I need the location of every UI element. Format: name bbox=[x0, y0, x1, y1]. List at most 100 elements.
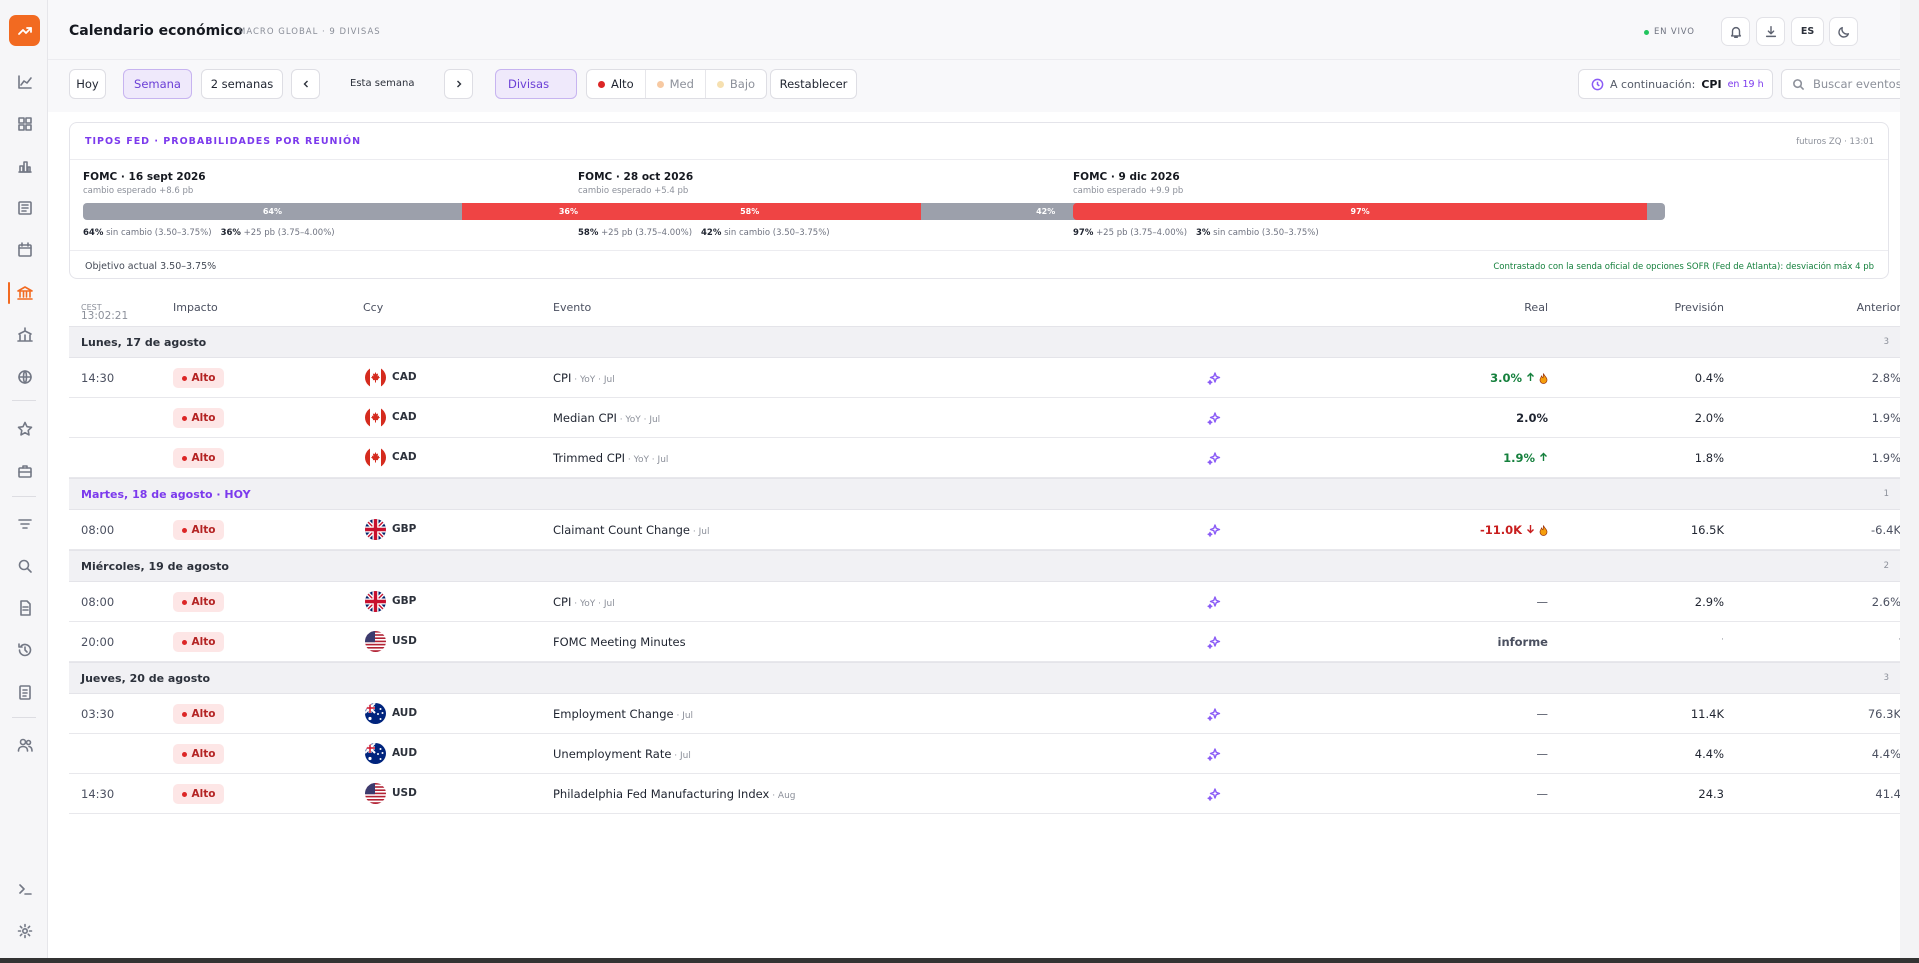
actual-value: — bbox=[1537, 787, 1549, 801]
event-name[interactable]: Claimant Count Change · Jul bbox=[553, 523, 709, 537]
currency-code: GBP bbox=[392, 523, 417, 535]
col-ccy[interactable]: Ccy bbox=[363, 301, 383, 314]
ai-insight-sparkle-icon[interactable] bbox=[1207, 707, 1221, 721]
event-name[interactable]: CPI · YoY · Jul bbox=[553, 595, 615, 609]
week-button[interactable]: Semana bbox=[123, 69, 192, 99]
arrow-down-icon bbox=[1526, 523, 1535, 537]
calendar-icon[interactable] bbox=[16, 241, 34, 259]
actual-text: 3.0% bbox=[1490, 371, 1522, 385]
news-icon[interactable] bbox=[16, 199, 34, 217]
bar-chart-icon[interactable] bbox=[16, 157, 34, 175]
document-icon[interactable] bbox=[16, 599, 34, 617]
event-time: 03:30 bbox=[81, 707, 115, 721]
scrollbar[interactable] bbox=[1900, 0, 1919, 963]
legend-pct: 64% bbox=[83, 228, 104, 238]
event-name[interactable]: CPI · YoY · Jul bbox=[553, 371, 615, 385]
currencies-filter-button[interactable]: Divisas bbox=[495, 69, 577, 99]
event-time: 08:00 bbox=[81, 595, 115, 609]
download-button[interactable] bbox=[1756, 17, 1785, 46]
col-forecast[interactable]: Previsión bbox=[1674, 301, 1724, 314]
next-event-indicator[interactable]: A continuación: CPI en 19 h bbox=[1578, 69, 1773, 99]
ai-insight-sparkle-icon[interactable] bbox=[1207, 411, 1221, 425]
search-icon[interactable] bbox=[16, 557, 34, 575]
table-row[interactable]: 20:00 Alto USD FOMC Meeting Minutes informe ·… bbox=[69, 622, 1901, 662]
globe-icon[interactable] bbox=[16, 368, 34, 386]
day-label: Jueves, 20 de agosto bbox=[81, 672, 211, 685]
fed-panel-heading: TIPOS FED · PROBABILIDADES POR REUNIÓN bbox=[85, 136, 362, 147]
legend-pct: 97% bbox=[1073, 228, 1094, 238]
table-row[interactable]: Alto CAD Median CPI · YoY · Jul 2.0% 2.0% 1.9… bbox=[69, 398, 1901, 438]
impact-med-toggle[interactable]: Med bbox=[646, 70, 706, 98]
dashboard-grid-icon[interactable] bbox=[16, 115, 34, 133]
probability-segment: 58% bbox=[578, 203, 922, 220]
reset-button[interactable]: Restablecer bbox=[770, 69, 857, 99]
ai-insight-sparkle-icon[interactable] bbox=[1207, 595, 1221, 609]
today-button[interactable]: Hoy bbox=[69, 69, 106, 99]
table-row[interactable]: 03:30 Alto AUD Employment Change · Jul — 11.4… bbox=[69, 694, 1901, 734]
impact-badge: Alto bbox=[173, 784, 224, 804]
event-name[interactable]: Philadelphia Fed Manufacturing Index · A… bbox=[553, 787, 795, 801]
legend-text: sin cambio (3.50–3.75%) bbox=[106, 228, 212, 238]
settings-gear-icon[interactable] bbox=[16, 922, 34, 940]
ai-insight-sparkle-icon[interactable] bbox=[1207, 747, 1221, 761]
institution-icon[interactable] bbox=[16, 326, 34, 344]
col-previous[interactable]: Anterior bbox=[1857, 301, 1901, 314]
event-name[interactable]: Employment Change · Jul bbox=[553, 707, 693, 721]
ai-insight-sparkle-icon[interactable] bbox=[1207, 451, 1221, 465]
impact-badge: Alto bbox=[173, 520, 224, 540]
table-row[interactable]: 14:30 Alto USD Philadelphia Fed Manufacturi… bbox=[69, 774, 1901, 814]
app-logo-icon[interactable] bbox=[9, 15, 40, 46]
language-button[interactable]: ES bbox=[1791, 17, 1824, 46]
ai-insight-sparkle-icon[interactable] bbox=[1207, 635, 1221, 649]
notifications-button[interactable] bbox=[1721, 17, 1750, 46]
active-indicator bbox=[8, 282, 10, 304]
star-icon[interactable] bbox=[16, 420, 34, 438]
impact-label: Alto bbox=[191, 636, 216, 648]
col-actual[interactable]: Real bbox=[1524, 301, 1548, 314]
event-name[interactable]: FOMC Meeting Minutes bbox=[553, 635, 686, 649]
bank-icon[interactable] bbox=[16, 284, 34, 302]
table-row[interactable]: 08:00 Alto GBP Claimant Count Change · Jul -… bbox=[69, 510, 1901, 550]
impact-high-toggle[interactable]: Alto bbox=[587, 70, 646, 98]
legend-item: 3% sin cambio (3.50–3.75%) bbox=[1196, 228, 1319, 238]
line-chart-icon[interactable] bbox=[16, 73, 34, 91]
currency-code: CAD bbox=[392, 371, 417, 383]
two-weeks-button[interactable]: 2 semanas bbox=[201, 69, 283, 99]
day-event-count: 3 bbox=[1883, 673, 1889, 683]
event-name[interactable]: Unemployment Rate · Jul bbox=[553, 747, 691, 761]
event-name[interactable]: Trimmed CPI · YoY · Jul bbox=[553, 451, 668, 465]
event-title: Claimant Count Change bbox=[553, 523, 691, 537]
flag-au-icon bbox=[365, 743, 386, 764]
history-icon[interactable] bbox=[16, 641, 34, 659]
med-dot-icon bbox=[656, 80, 664, 88]
ai-insight-sparkle-icon[interactable] bbox=[1207, 523, 1221, 537]
legend-item: 42% sin cambio (3.50–3.75%) bbox=[701, 228, 830, 238]
ai-insight-sparkle-icon[interactable] bbox=[1207, 371, 1221, 385]
terminal-icon[interactable] bbox=[16, 880, 34, 898]
ai-insight-sparkle-icon[interactable] bbox=[1207, 787, 1221, 801]
prev-period-button[interactable] bbox=[291, 69, 320, 99]
event-name[interactable]: Median CPI · YoY · Jul bbox=[553, 411, 660, 425]
actual-value: 1.9% bbox=[1503, 451, 1548, 465]
briefcase-icon[interactable] bbox=[16, 462, 34, 480]
impact-low-toggle[interactable]: Bajo bbox=[706, 70, 766, 98]
col-event[interactable]: Evento bbox=[553, 301, 591, 314]
next-period-button[interactable] bbox=[444, 69, 473, 99]
filter-icon[interactable] bbox=[16, 515, 34, 533]
clipboard-icon[interactable] bbox=[16, 683, 34, 701]
actual-text: — bbox=[1536, 747, 1549, 761]
currency-code: AUD bbox=[392, 707, 418, 719]
next-event-time: en 19 h bbox=[1727, 78, 1764, 90]
table-row[interactable]: 14:30 Alto CAD CPI · YoY · Jul 3.0% 0.4% 2.8% bbox=[69, 358, 1901, 398]
previous-value: 2.6% bbox=[1871, 595, 1901, 609]
table-row[interactable]: Alto CAD Trimmed CPI · YoY · Jul 1.9% 1.8% 1.… bbox=[69, 438, 1901, 478]
theme-toggle-button[interactable] bbox=[1829, 17, 1858, 46]
search-input[interactable]: Buscar eventos... bbox=[1781, 69, 1919, 99]
table-row[interactable]: Alto AUD Unemployment Rate · Jul — 4.4% 4.4% bbox=[69, 734, 1901, 774]
impact-dot-icon bbox=[181, 599, 187, 605]
table-row[interactable]: 08:00 Alto GBP CPI · YoY · Jul — 2.9% 2.6% bbox=[69, 582, 1901, 622]
users-icon[interactable] bbox=[16, 736, 34, 754]
currency-code: CAD bbox=[392, 451, 417, 463]
col-impact[interactable]: Impacto bbox=[173, 301, 218, 314]
event-title: Median CPI bbox=[553, 411, 617, 425]
